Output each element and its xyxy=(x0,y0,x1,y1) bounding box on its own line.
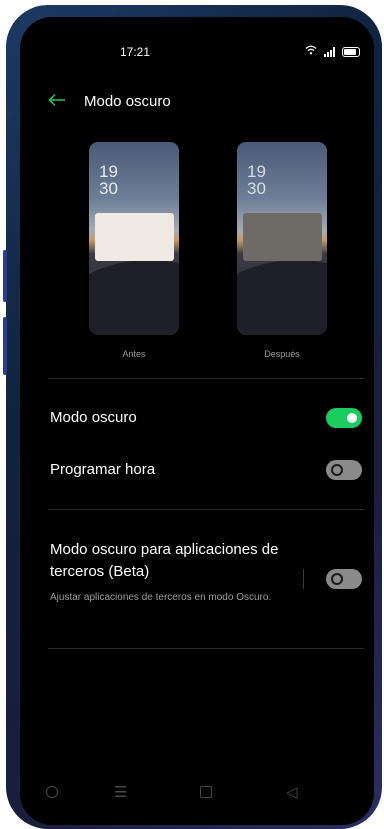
preview-after: 19 30 xyxy=(237,142,327,335)
app-header: Modo oscuro xyxy=(48,89,354,113)
back-arrow-icon[interactable] xyxy=(48,90,76,113)
preview-after-label: Después xyxy=(264,349,300,359)
preview-clock: 19 30 xyxy=(247,162,266,198)
schedule-label: Programar hora xyxy=(50,461,156,478)
assistant-icon[interactable] xyxy=(46,786,58,798)
preview-before: 19 30 xyxy=(89,142,179,335)
phone-frame: 17:21 Modo oscuro 19 30 Antes 19 30 Desp… xyxy=(3,5,382,829)
toggle-knob xyxy=(347,413,357,423)
preview-clock: 19 30 xyxy=(99,162,118,198)
dark-mode-toggle[interactable] xyxy=(326,408,362,428)
menu-icon[interactable]: ☰ xyxy=(114,783,127,801)
signal-icon xyxy=(324,46,335,57)
status-icons xyxy=(305,45,360,58)
preview-before-label: Antes xyxy=(122,349,146,359)
divider xyxy=(48,509,364,510)
page-title: Modo oscuro xyxy=(84,92,171,110)
preview-card-light xyxy=(95,213,174,261)
wifi-icon xyxy=(305,45,317,58)
screen: 17:21 Modo oscuro 19 30 Antes 19 30 Desp… xyxy=(20,17,374,825)
third-party-toggle[interactable] xyxy=(326,569,362,589)
volume-button xyxy=(3,250,7,302)
dark-mode-label: Modo oscuro xyxy=(50,409,137,426)
status-bar: 17:21 xyxy=(20,45,374,61)
power-button xyxy=(3,317,7,375)
status-time: 17:21 xyxy=(120,45,151,59)
divider xyxy=(48,378,364,379)
schedule-toggle[interactable] xyxy=(326,460,362,480)
third-party-description: Ajustar aplicaciones de terceros en modo… xyxy=(50,592,272,603)
battery-icon xyxy=(342,46,360,57)
toggle-knob xyxy=(331,464,343,476)
toggle-knob xyxy=(331,573,343,585)
third-party-label: Modo oscuro para aplicaciones de tercero… xyxy=(50,541,279,580)
home-icon[interactable] xyxy=(200,786,212,798)
separator xyxy=(303,569,304,589)
back-icon[interactable]: ◁ xyxy=(286,783,298,801)
navigation-bar: ☰ ◁ xyxy=(20,783,374,803)
preview-card-dark xyxy=(243,213,322,261)
divider xyxy=(48,648,364,649)
